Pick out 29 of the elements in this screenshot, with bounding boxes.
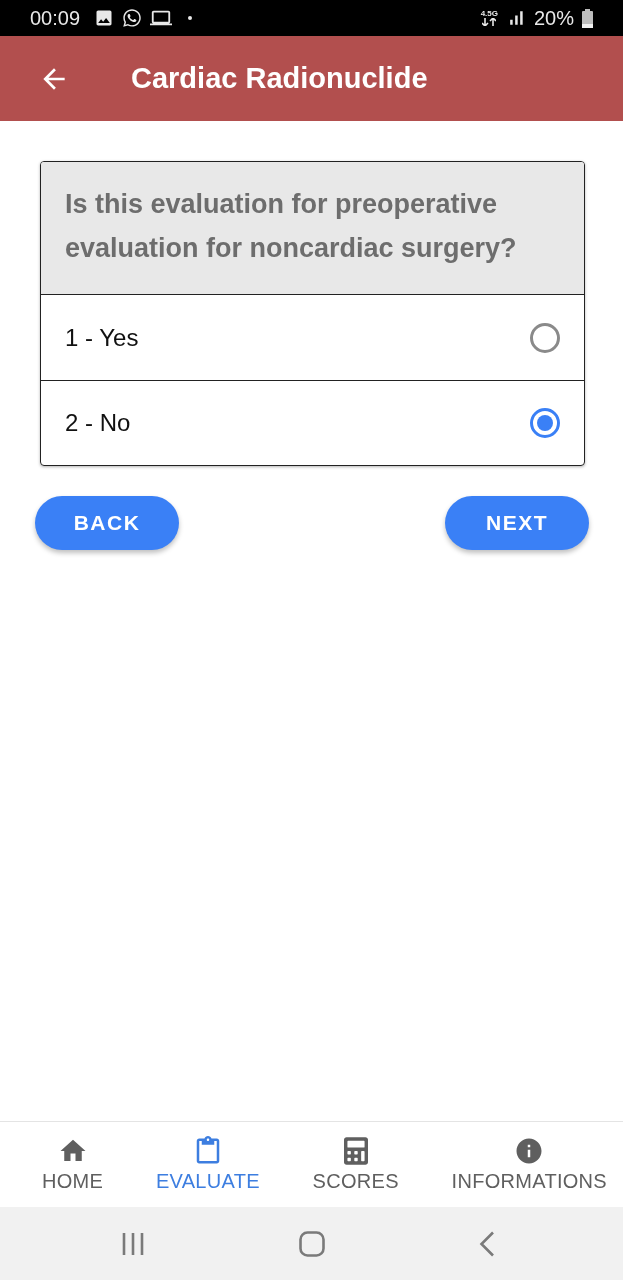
recent-apps-button[interactable] (121, 1232, 145, 1255)
radio-button[interactable] (530, 408, 560, 438)
status-time: 00:09 (30, 6, 81, 30)
dot-icon (188, 16, 193, 20)
home-system-button[interactable] (299, 1230, 325, 1257)
battery-percent: 20% (533, 6, 574, 30)
option-label: 2 - No (65, 409, 131, 437)
system-back-button[interactable] (479, 1230, 495, 1257)
back-button[interactable]: BACK (35, 496, 179, 550)
nav-tab[interactable]: SCORES (312, 1136, 399, 1193)
battery-icon (582, 8, 593, 28)
next-button[interactable]: NEXT (445, 496, 589, 550)
option-label: 1 - Yes (65, 323, 139, 352)
screen-title: Cardiac Radionuclide (131, 62, 428, 95)
answer-option[interactable]: 2 - No (41, 381, 584, 465)
nav-tab[interactable]: INFORMATIONS (451, 1136, 607, 1193)
data-arrows-icon (482, 18, 497, 26)
network-type: 4.5G (480, 10, 498, 18)
calculator-icon (343, 1137, 368, 1165)
rounded-square-icon (299, 1230, 325, 1257)
radio-button[interactable] (530, 322, 560, 353)
question-text: Is this evaluation for preoperative evaluation for noncardiac surgery? (41, 162, 584, 295)
three-bars-icon (121, 1232, 145, 1255)
nav-tab[interactable]: EVALUATE (155, 1136, 260, 1193)
chevron-left-icon (479, 1230, 495, 1257)
answer-option[interactable]: 1 - Yes (41, 295, 584, 381)
chat-bubble-icon (122, 8, 143, 28)
image-icon (94, 8, 115, 28)
nav-tab[interactable]: HOME (42, 1136, 104, 1193)
